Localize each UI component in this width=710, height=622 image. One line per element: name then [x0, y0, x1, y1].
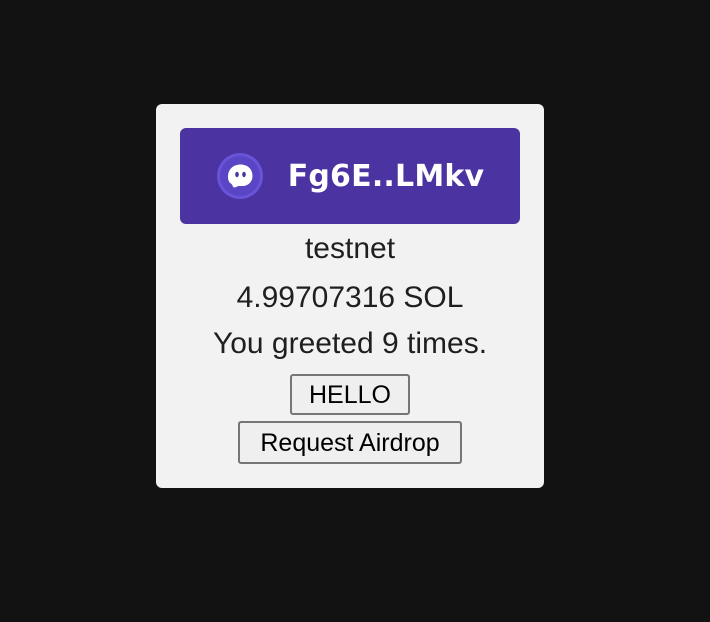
- wallet-card: Fg6E..LMkv testnet 4.99707316 SOL You gr…: [156, 104, 544, 488]
- request-airdrop-button[interactable]: Request Airdrop: [238, 421, 462, 464]
- balance-label: 4.99707316 SOL: [236, 281, 464, 314]
- phantom-ghost-icon: [216, 152, 264, 200]
- greeting-count-text: You greeted 9 times.: [212, 327, 488, 360]
- wallet-connect-button[interactable]: Fg6E..LMkv: [180, 128, 520, 224]
- wallet-address: Fg6E..LMkv: [287, 158, 485, 194]
- hello-button[interactable]: HELLO: [290, 374, 410, 415]
- network-label: testnet: [304, 232, 396, 265]
